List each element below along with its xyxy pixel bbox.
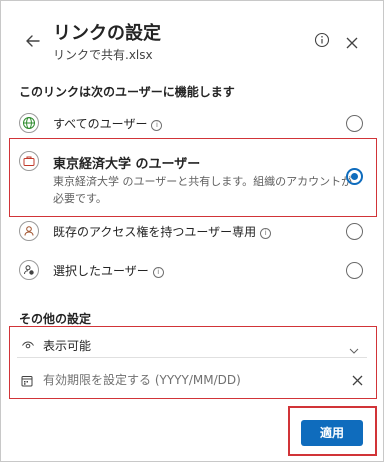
info-icon[interactable]: i (152, 267, 164, 278)
eye-icon (21, 337, 35, 351)
globe-icon (19, 113, 39, 133)
people-icon (19, 260, 39, 280)
option-label: 既存のアクセス権を持つユーザー専用 i (53, 223, 272, 240)
info-icon[interactable] (314, 32, 330, 48)
chevron-down-icon (349, 340, 359, 354)
clear-icon[interactable] (352, 371, 363, 386)
expiry-placeholder: 有効期限を設定する (YYYY/MM/DD) (43, 373, 241, 387)
apply-button[interactable]: 適用 (301, 420, 363, 446)
info-icon[interactable]: i (260, 228, 272, 239)
option-label: すべてのユーザー i (53, 115, 163, 132)
radio-organization[interactable] (346, 168, 363, 185)
option-organization[interactable]: 東京経済大学 のユーザー 東京経済大学 のユーザーと共有します。組織のアカウント… (17, 146, 369, 208)
file-name: リンクで共有.xlsx (53, 48, 153, 62)
option-description: 東京経済大学 のユーザーと共有します。組織のアカウントが (53, 175, 353, 188)
calendar-icon (21, 372, 33, 387)
back-arrow-icon[interactable] (23, 31, 43, 51)
expiry-date-field[interactable]: 有効期限を設定する (YYYY/MM/DD) (17, 365, 367, 391)
radio-anyone[interactable] (346, 115, 363, 132)
option-anyone[interactable]: すべてのユーザー i (17, 104, 369, 142)
close-icon[interactable] (346, 34, 358, 49)
panel-title: リンクの設定 (53, 23, 161, 44)
option-label: 東京経済大学 のユーザー (53, 157, 201, 172)
audience-heading: このリンクは次のユーザーに機能します (19, 85, 235, 99)
link-settings-panel: リンクの設定 リンクで共有.xlsx このリンクは次のユーザーに機能します すべ… (0, 0, 384, 462)
option-description: 必要です。 (53, 192, 107, 205)
permission-dropdown[interactable]: 表示可能 (17, 331, 367, 358)
radio-specific-people[interactable] (346, 262, 363, 279)
briefcase-icon (19, 151, 39, 171)
option-label: 選択したユーザー i (53, 262, 164, 279)
other-settings-heading: その他の設定 (19, 312, 92, 326)
option-specific-people[interactable]: 選択したユーザー i (17, 251, 369, 289)
permission-value: 表示可能 (43, 339, 92, 353)
radio-existing-access[interactable] (346, 223, 363, 240)
info-icon[interactable]: i (151, 120, 163, 131)
option-existing-access[interactable]: 既存のアクセス権を持つユーザー専用 i (17, 212, 369, 250)
person-icon (19, 221, 39, 241)
